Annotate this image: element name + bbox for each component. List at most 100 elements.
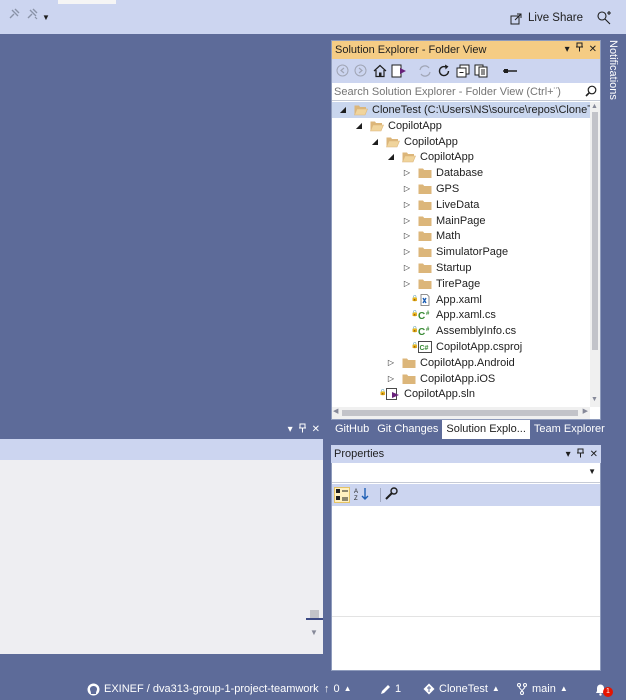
tree-item-label: CopilotApp <box>404 135 458 148</box>
sync-icon[interactable] <box>418 64 432 78</box>
folder-icon <box>418 278 432 290</box>
solution-button[interactable]: CloneTest ▲ <box>423 678 500 700</box>
tab-git-changes[interactable]: Git Changes <box>373 420 442 439</box>
tab-solution-explorer[interactable]: Solution Explo... <box>442 420 530 439</box>
collapsed-arrow-icon[interactable]: ▷ <box>386 355 396 371</box>
pin-icon[interactable] <box>575 41 584 59</box>
folder-icon <box>418 167 432 179</box>
scroll-down-icon[interactable]: ▼ <box>591 396 598 403</box>
tree-item[interactable]: ▷ GPS <box>332 181 590 197</box>
tree-item[interactable]: ▷ CopilotApp.iOS <box>332 371 590 387</box>
collapsed-arrow-icon[interactable]: ▷ <box>402 244 412 260</box>
tree-item[interactable]: ▷ TirePage <box>332 276 590 292</box>
search-icon[interactable] <box>585 85 597 97</box>
notifications-side-tab[interactable]: Notifications <box>604 40 624 110</box>
expanded-arrow-icon[interactable]: ◢ <box>370 134 380 150</box>
tree-item-label: SimulatorPage <box>436 246 509 259</box>
property-pages-icon[interactable] <box>384 487 400 503</box>
tree-item[interactable]: ▷ SimulatorPage <box>332 244 590 260</box>
show-all-files-icon[interactable] <box>474 64 488 78</box>
alphabetical-icon[interactable]: AZ <box>354 487 370 503</box>
window-position-dropdown-icon[interactable]: ▾ <box>566 449 571 460</box>
repository-label: EXINEF / dva313-group-1-project-teamwork <box>104 683 319 695</box>
tree-item[interactable]: ◢ CloneTest (C:\Users\NS\source\repos\Clo… <box>332 102 590 118</box>
bottom-pane-vertical-scrollbar[interactable]: ▼ <box>306 460 323 654</box>
unpin-tab-icon[interactable] <box>26 8 40 22</box>
pin-icon[interactable] <box>576 448 585 461</box>
back-icon[interactable] <box>336 64 350 78</box>
tree-item[interactable]: ▷ Startup <box>332 260 590 276</box>
refresh-icon[interactable] <box>437 64 451 78</box>
tab-github[interactable]: GitHub <box>331 420 373 439</box>
scroll-down-icon[interactable]: ▼ <box>310 628 318 637</box>
collapsed-arrow-icon[interactable]: ▷ <box>402 228 412 244</box>
tree-item-label: TirePage <box>436 277 481 290</box>
tree-item[interactable]: ▷ LiveData <box>332 197 590 213</box>
scroll-thumb[interactable] <box>310 610 319 618</box>
folder-icon <box>418 230 432 242</box>
collapsed-arrow-icon[interactable]: ▷ <box>402 197 412 213</box>
collapse-all-icon[interactable] <box>456 64 470 78</box>
tree-item[interactable]: 🔒 CopilotApp.sln <box>332 386 590 402</box>
properties-description-divider[interactable] <box>332 616 600 617</box>
tree-item[interactable]: ▷ Database <box>332 165 590 181</box>
scroll-right-icon[interactable]: ▶ <box>583 407 588 415</box>
scroll-left-icon[interactable]: ◀ <box>333 407 338 415</box>
forward-icon[interactable] <box>354 64 368 78</box>
properties-shortcut-icon[interactable] <box>502 64 517 78</box>
push-commits-button[interactable]: ↑ 0 ▲ <box>324 678 352 700</box>
tree-item[interactable]: ▷ CopilotApp.Android <box>332 355 590 371</box>
chevron-down-icon[interactable]: ▼ <box>588 467 596 476</box>
tab-team-explorer[interactable]: Team Explorer <box>530 420 609 439</box>
pending-edits-button[interactable]: 1 <box>380 678 401 700</box>
properties-object-selector[interactable]: ▼ <box>332 463 600 483</box>
categorized-icon[interactable] <box>334 487 350 503</box>
search-input[interactable] <box>334 84 582 99</box>
xaml-file-icon <box>418 293 432 306</box>
svg-text:#: # <box>426 311 430 317</box>
expanded-arrow-icon[interactable]: ◢ <box>386 149 396 165</box>
collapsed-arrow-icon[interactable]: ▷ <box>402 181 412 197</box>
scroll-thumb[interactable] <box>592 112 598 350</box>
pencil-icon <box>381 684 390 694</box>
properties-title-bar[interactable]: Properties ▾ ✕ <box>331 445 601 463</box>
close-icon[interactable]: ✕ <box>590 449 598 460</box>
tree-item[interactable]: 🔒 C # AssemblyInfo.cs <box>332 323 590 339</box>
collapsed-arrow-icon[interactable]: ▷ <box>402 165 412 181</box>
branch-button[interactable]: main ▲ <box>516 678 568 700</box>
expanded-arrow-icon[interactable]: ◢ <box>338 102 348 118</box>
collapsed-arrow-icon[interactable]: ▷ <box>386 371 396 387</box>
expanded-arrow-icon[interactable]: ◢ <box>354 118 364 134</box>
close-icon[interactable]: ✕ <box>589 41 597 59</box>
solution-explorer-title-bar[interactable]: Solution Explorer - Folder View ▾ ✕ <box>332 41 600 59</box>
close-icon[interactable]: ✕ <box>312 424 320 435</box>
solution-explorer-vertical-scrollbar[interactable]: ▲ ▼ <box>590 102 600 407</box>
scroll-up-icon[interactable]: ▲ <box>591 103 598 110</box>
repository-button[interactable]: EXINEF / dva313-group-1-project-teamwork <box>87 678 319 700</box>
tree-item[interactable]: ◢ CopilotApp <box>332 134 590 150</box>
scroll-thumb-horizontal[interactable] <box>342 410 578 416</box>
tree-item[interactable]: ◢ CopilotApp <box>332 149 590 165</box>
collapsed-arrow-icon[interactable]: ▷ <box>402 260 412 276</box>
solution-explorer-horizontal-scrollbar[interactable]: ◀ ▶ <box>332 407 590 419</box>
tree-item[interactable]: 🔒 C# CopilotApp.csproj <box>332 339 590 355</box>
tree-item[interactable]: 🔒 App.xaml <box>332 292 590 308</box>
tree-item[interactable]: ▷ Math <box>332 228 590 244</box>
branch-icon <box>517 683 527 695</box>
switch-views-icon[interactable] <box>391 64 406 78</box>
bottom-pane-title-bar[interactable]: ▾ ✕ <box>0 420 323 439</box>
window-position-dropdown-icon[interactable]: ▾ <box>288 424 293 435</box>
collapsed-arrow-icon[interactable]: ▷ <box>402 276 412 292</box>
toolbar-overflow-icon[interactable]: ▼ <box>42 13 50 22</box>
pin-tab-icon[interactable] <box>8 8 22 22</box>
collapsed-arrow-icon[interactable]: ▷ <box>402 213 412 229</box>
tree-item-label: MainPage <box>436 214 486 227</box>
home-icon[interactable] <box>373 64 387 78</box>
live-share-button[interactable]: Live Share <box>510 10 583 26</box>
pin-icon[interactable] <box>298 423 307 436</box>
feedback-icon[interactable] <box>596 10 612 26</box>
window-position-dropdown-icon[interactable]: ▾ <box>565 41 570 59</box>
tree-item[interactable]: ▷ MainPage <box>332 213 590 229</box>
tree-item[interactable]: ◢ CopilotApp <box>332 118 590 134</box>
tree-item[interactable]: 🔒 C # App.xaml.cs <box>332 307 590 323</box>
